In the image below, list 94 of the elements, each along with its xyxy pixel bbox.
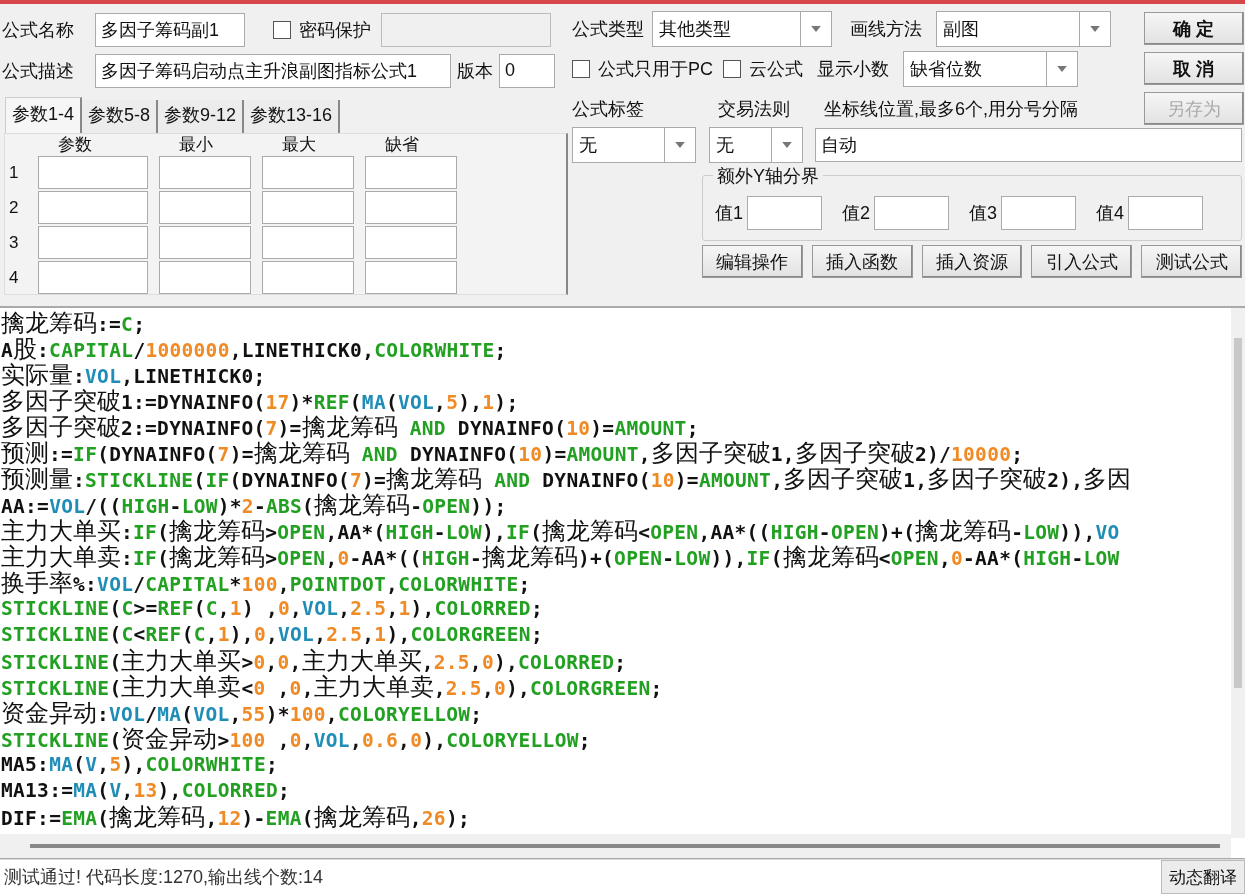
translate-button[interactable]: 动态翻译	[1161, 860, 1245, 894]
param-field[interactable]	[38, 226, 148, 259]
column-header: 最小	[178, 136, 214, 154]
column-header: 最大	[281, 136, 317, 154]
param-field[interactable]	[365, 191, 457, 224]
field-label: 显示小数	[817, 58, 889, 81]
code-line: STICKLINE(主力大单卖<0 ,0,主力大单卖,2.5,0),COLORGREEN;	[1, 673, 664, 700]
code-line: MA5:MA(V,5),COLORWHITE;	[1, 751, 279, 778]
code-line: STICKLINE(资金异动>100 ,0,VOL,0.6,0),COLORYELLOW;	[1, 725, 592, 752]
param-field[interactable]	[159, 261, 251, 294]
tool-button[interactable]: 插入函数	[811, 245, 913, 278]
param-field[interactable]	[159, 191, 251, 224]
param-field[interactable]	[159, 226, 251, 259]
code-line: 预测:=IF(DYNAINFO(7)=擒龙筹码 AND DYNAINFO(10)=AMOUNT,多因子突破1,多因子突破2)/10000;	[1, 439, 1025, 466]
value-field[interactable]	[747, 196, 822, 230]
value-field[interactable]	[874, 196, 950, 230]
field-label: 公式类型	[572, 18, 644, 41]
row-number: 3	[9, 232, 20, 253]
field-label: 画线方法	[850, 18, 922, 41]
version-field[interactable]: 0	[499, 53, 555, 88]
checkbox[interactable]	[572, 60, 590, 78]
code-line: STICKLINE(C<REF(C,1),0,VOL,2.5,1),COLORGREEN;	[1, 621, 544, 648]
param-tab[interactable]: 参数5-8	[82, 100, 159, 133]
param-field[interactable]	[365, 261, 457, 294]
code-line: DIF:=EMA(擒龙筹码,12)-EMA(擒龙筹码,26);	[1, 803, 471, 830]
param-field[interactable]	[262, 226, 354, 259]
row-number: 2	[9, 197, 20, 218]
tool-button[interactable]: 引入公式	[1031, 245, 1133, 278]
param-tab[interactable]: 参数13-16	[244, 100, 341, 133]
row-number: 4	[9, 267, 20, 288]
checkbox-label: 公式只用于PC	[598, 58, 713, 81]
param-field[interactable]	[262, 156, 354, 189]
password-field[interactable]	[381, 12, 551, 47]
horizontal-scrollbar[interactable]	[0, 834, 1231, 858]
status-text: 测试通过! 代码长度:1270,输出线个数:14	[3, 866, 325, 889]
value-field[interactable]	[1001, 196, 1077, 230]
field-label: 公式描述	[2, 59, 75, 83]
param-field[interactable]	[262, 191, 354, 224]
param-field[interactable]	[365, 156, 457, 189]
tool-button[interactable]: 编辑操作	[702, 245, 803, 278]
code-line: 预测量:STICKLINE(IF(DYNAINFO(7)=擒龙筹码 AND DYNAINFO(10)=AMOUNT,多因子突破1,多因子突破2),多因	[1, 465, 1133, 492]
param-field[interactable]	[159, 156, 251, 189]
tool-button[interactable]: 插入资源	[921, 245, 1023, 278]
description-field[interactable]: 多因子筹码启动点主升浪副图指标公式1	[95, 53, 451, 88]
code-editor[interactable]	[0, 305, 1245, 859]
param-field[interactable]	[38, 261, 148, 294]
param-tab[interactable]: 参数1-4	[5, 97, 82, 133]
code-line: 擒龙筹码:=C;	[1, 309, 147, 336]
column-header: 缺省	[384, 136, 420, 154]
param-tab[interactable]: 参数9-12	[158, 100, 245, 133]
field-label: 值2	[842, 202, 871, 225]
checkbox[interactable]	[273, 20, 291, 39]
code-line: 主力大单卖:IF(擒龙筹码>OPEN,0-AA*((HIGH-擒龙筹码)+(OPEN-LOW)),IF(擒龙筹码<OPEN,0-AA*(HIGH-LOW	[1, 543, 1121, 570]
param-field[interactable]	[262, 261, 354, 294]
code-line: 实际量:VOL,LINETHICK0;	[1, 361, 267, 388]
code-line: STICKLINE(C>=REF(C,1) ,0,VOL,2.5,1),COLORRED;	[1, 595, 544, 622]
param-field[interactable]	[365, 226, 457, 259]
checkbox-label: 密码保护	[299, 18, 371, 42]
axis-field[interactable]: 自动	[815, 128, 1242, 162]
trade-rule-dropdown[interactable]: 无	[709, 127, 803, 163]
checkbox[interactable]	[723, 60, 741, 78]
decimals-dropdown[interactable]: 缺省位数	[903, 51, 1078, 87]
field-label: 值1	[715, 202, 743, 225]
vertical-scrollbar[interactable]	[1231, 307, 1245, 838]
dialog-button[interactable]: 确 定	[1144, 12, 1244, 45]
code-line: AA:=VOL/((HIGH-LOW)*2-ABS(擒龙筹码-OPEN));	[1, 491, 508, 518]
field-label: 交易法则	[718, 98, 791, 121]
param-field[interactable]	[38, 156, 148, 189]
code-line: 主力大单买:IF(擒龙筹码>OPEN,AA*(HIGH-LOW),IF(擒龙筹码<OPEN,AA*((HIGH-OPEN)+(擒龙筹码-LOW)),VO	[1, 517, 1121, 544]
field-label: 版本	[457, 59, 493, 83]
field-label: 公式名称	[2, 18, 75, 42]
dialog-button[interactable]: 取 消	[1144, 52, 1244, 85]
row-number: 1	[9, 162, 20, 183]
column-header: 参数	[57, 136, 93, 154]
group-title: 额外Y轴分界	[713, 164, 823, 188]
field-label: 坐标线位置,最多6个,用分号分隔	[824, 98, 1078, 121]
checkbox-label: 云公式	[749, 58, 803, 81]
field-label: 值3	[969, 202, 998, 225]
field-label: 公式标签	[572, 98, 645, 121]
tag-dropdown[interactable]: 无	[572, 127, 696, 163]
formula-type-dropdown[interactable]: 其他类型	[652, 11, 832, 47]
code-line: 多因子突破1:=DYNAINFO(17)*REF(MA(VOL,5),1);	[1, 387, 520, 414]
field-label: 值4	[1096, 202, 1125, 225]
tool-button[interactable]: 测试公式	[1141, 245, 1242, 278]
name-field[interactable]: 多因子筹码副1	[95, 12, 245, 47]
param-field[interactable]	[38, 191, 148, 224]
value-field[interactable]	[1128, 196, 1204, 230]
code-line: 资金异动:VOL/MA(VOL,55)*100,COLORYELLOW;	[1, 699, 484, 726]
code-line: A股:CAPITAL/1000000,LINETHICK0,COLORWHITE;	[1, 335, 508, 362]
code-line: STICKLINE(主力大单买>0,0,主力大单买,2.5,0),COLORRED;	[1, 647, 628, 674]
code-line: 换手率%:VOL/CAPITAL*100,POINTDOT,COLORWHITE;	[1, 569, 532, 596]
code-line: MA13:=MA(V,13),COLORRED;	[1, 777, 292, 804]
code-line: 多因子突破2:=DYNAINFO(7)=擒龙筹码 AND DYNAINFO(10)=AMOUNT;	[1, 413, 700, 440]
draw-method-dropdown[interactable]: 副图	[936, 11, 1111, 47]
